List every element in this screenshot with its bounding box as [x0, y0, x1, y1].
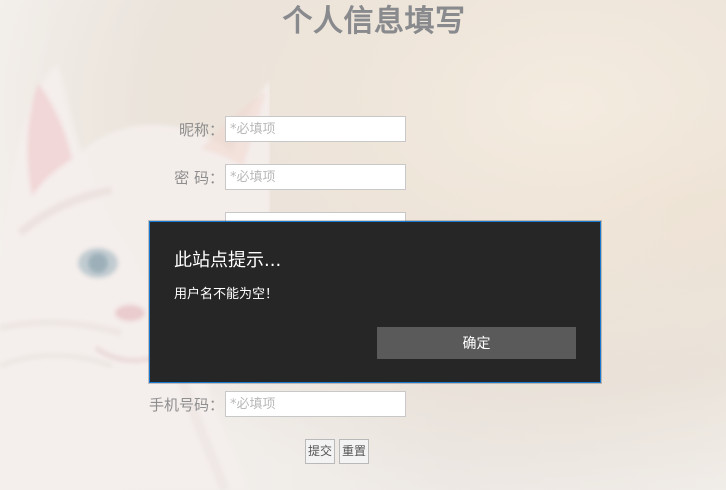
phone-row: 手机号码：: [0, 391, 410, 419]
site-alert-dialog: 此站点提示... 用户名不能为空！ 确定: [149, 221, 601, 383]
password-label: 密 码：: [174, 169, 224, 187]
password-input[interactable]: [225, 164, 406, 190]
confirm-button[interactable]: 确定: [377, 327, 576, 359]
nickname-row: 昵称：: [0, 116, 410, 144]
phone-input[interactable]: [225, 391, 406, 417]
nickname-input[interactable]: [225, 116, 406, 142]
password-row: 密 码：: [0, 164, 410, 192]
form-actions: 提交 重置: [305, 439, 370, 464]
page-title: 个人信息填写: [282, 4, 466, 39]
reset-button[interactable]: 重置: [339, 439, 370, 464]
nickname-label: 昵称：: [178, 121, 224, 139]
dialog-message: 用户名不能为空！: [174, 287, 279, 302]
submit-button[interactable]: 提交: [305, 439, 336, 464]
dialog-title: 此站点提示...: [174, 250, 282, 271]
phone-label: 手机号码：: [148, 396, 224, 414]
page-background: 个人信息填写 昵称： 密 码： 手机号码： 提交 重置 此站点提示... 用户名…: [0, 0, 726, 490]
